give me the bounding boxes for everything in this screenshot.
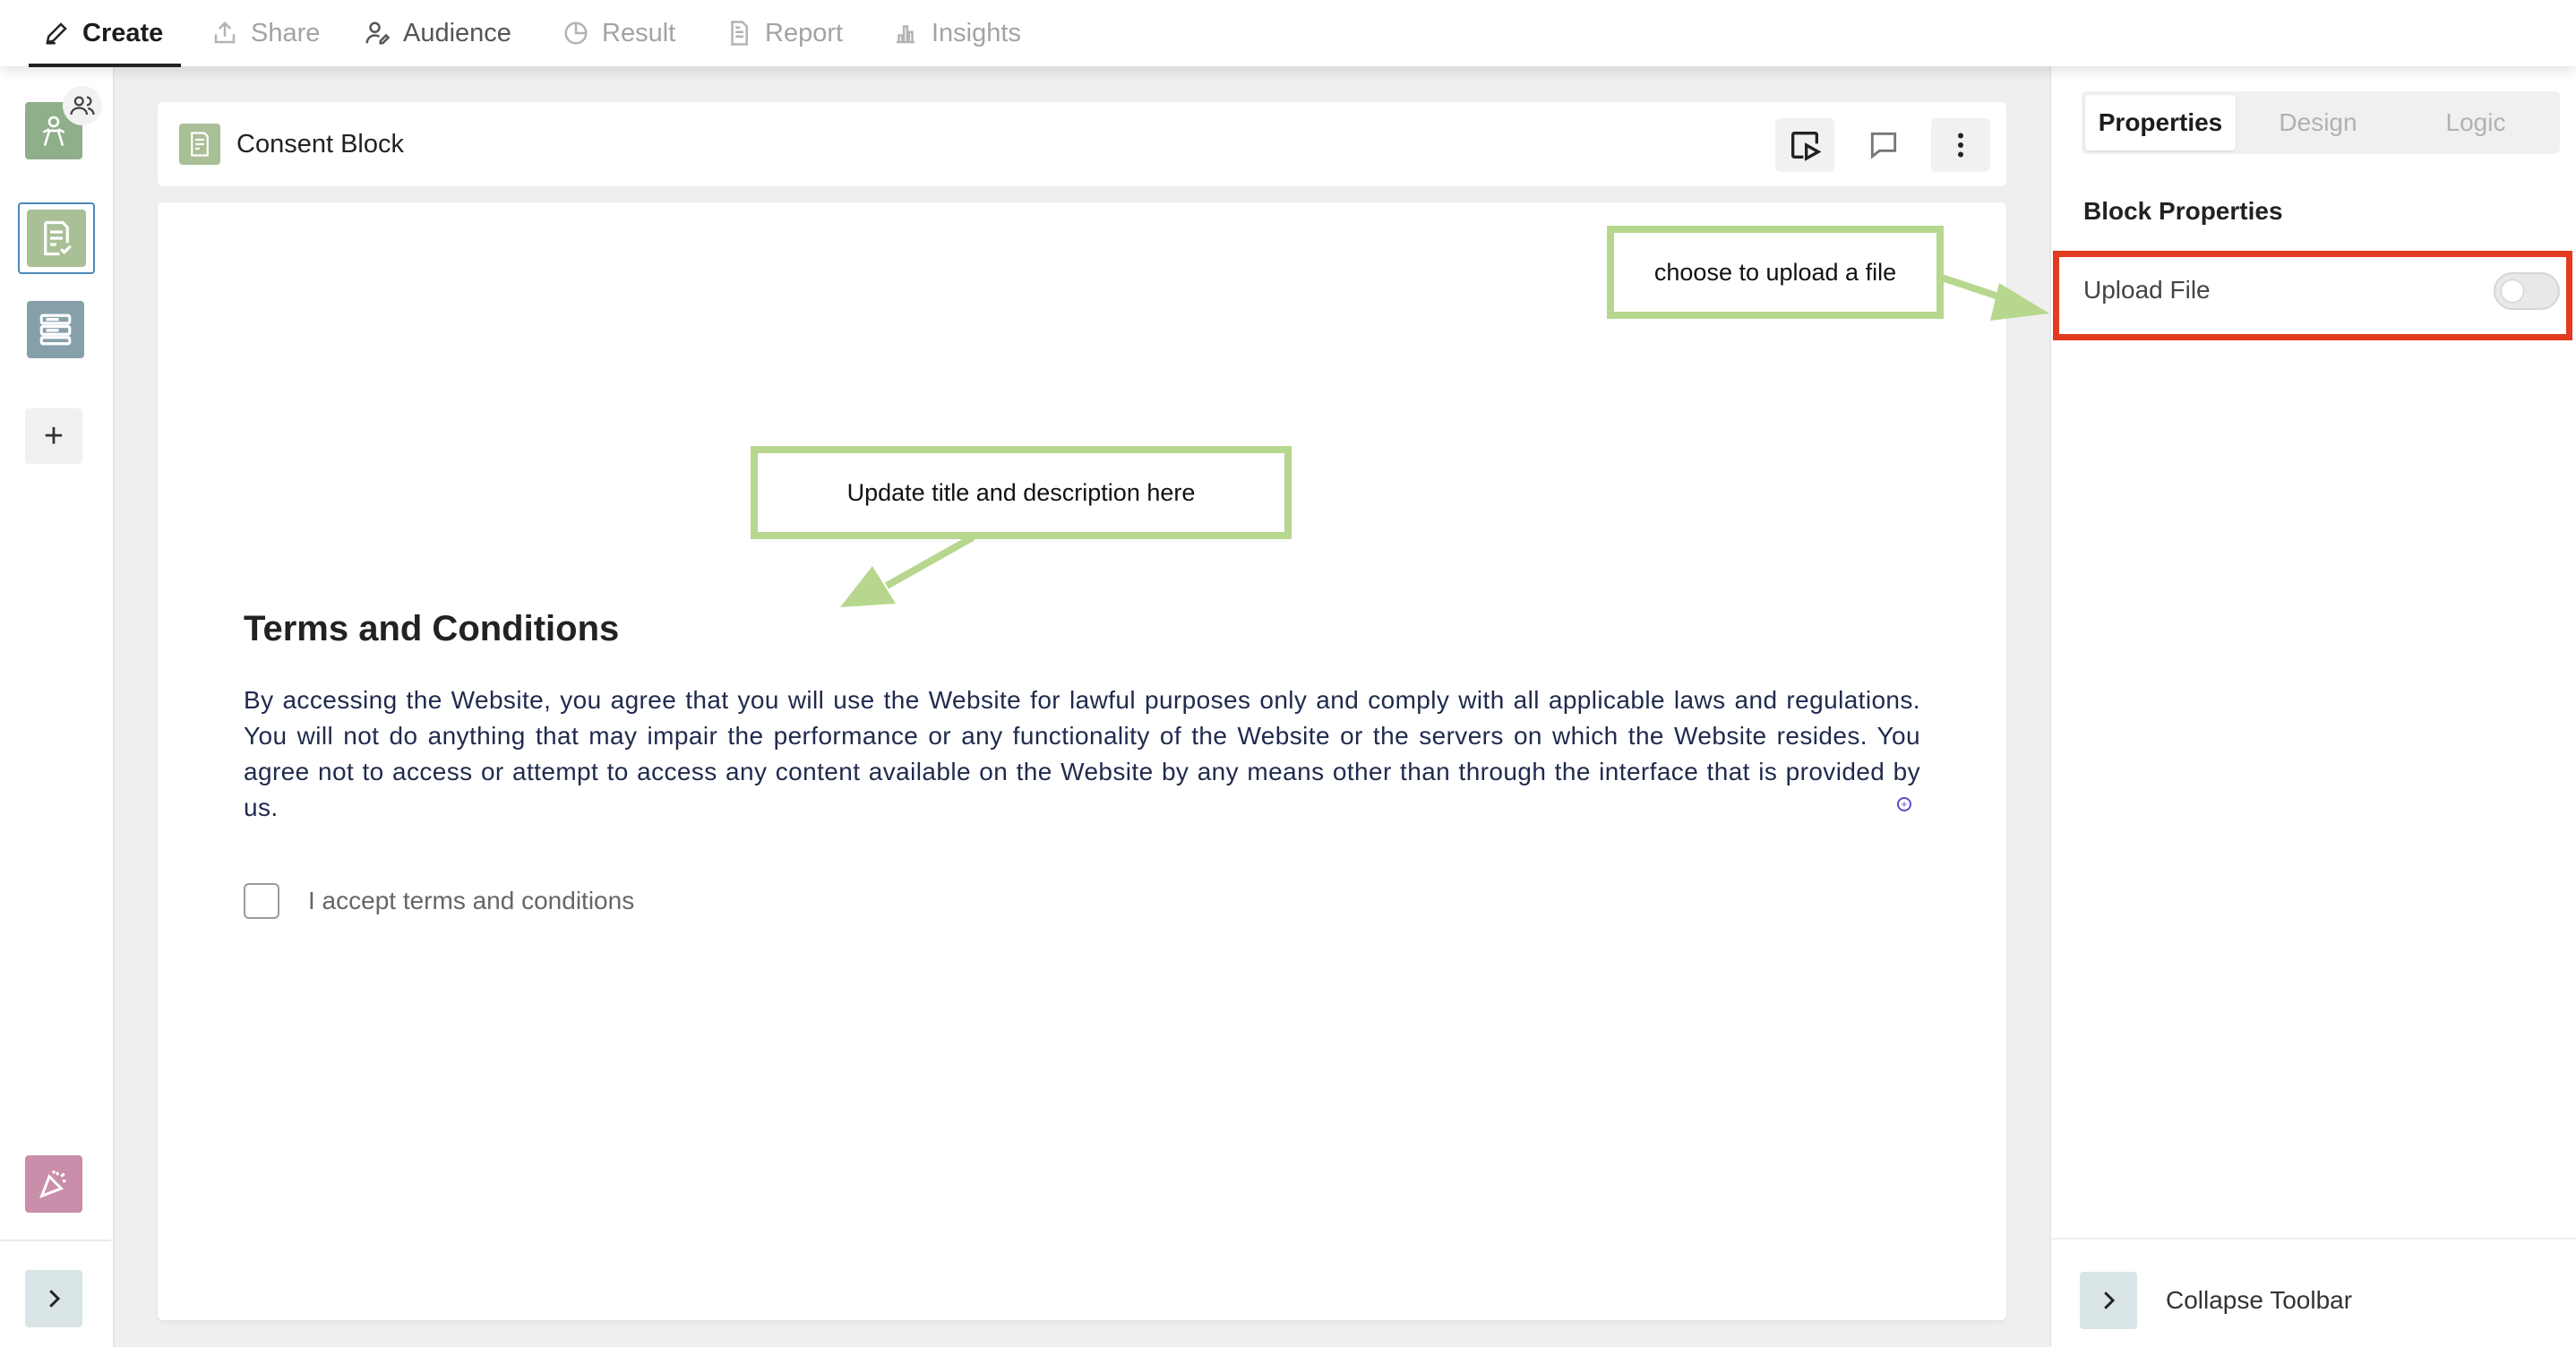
comment-button[interactable] xyxy=(1854,118,1913,172)
add-block-button[interactable]: + xyxy=(25,408,82,464)
tab-label: Report xyxy=(765,18,844,47)
pencil-icon xyxy=(46,22,67,45)
sidebar-divider xyxy=(0,1240,111,1241)
tab-create[interactable]: Create xyxy=(43,0,163,66)
add-content-icon[interactable]: + xyxy=(1897,797,1911,811)
preview-button[interactable] xyxy=(1775,118,1834,172)
tab-design[interactable]: Design xyxy=(2243,95,2393,150)
top-navigation: Create Share Audience Result Report Insi… xyxy=(0,0,2576,67)
collapse-toolbar-button[interactable] xyxy=(2080,1272,2137,1329)
block-canvas: Terms and Conditions By accessing the We… xyxy=(158,202,2006,1320)
comment-icon xyxy=(1870,132,1897,159)
form-list-icon xyxy=(39,313,72,346)
block-heading[interactable]: Terms and Conditions xyxy=(244,609,619,649)
tab-share[interactable]: Share xyxy=(211,0,320,66)
audience-icon xyxy=(365,21,391,45)
party-popper-icon xyxy=(39,1171,66,1198)
upload-file-highlight xyxy=(2053,251,2572,340)
consent-document-icon xyxy=(44,220,72,256)
more-options-button[interactable] xyxy=(1931,118,1990,172)
title-hint-callout: Update title and description here xyxy=(751,446,1292,539)
sidebar-block-end[interactable] xyxy=(25,1155,82,1213)
tab-logic[interactable]: Logic xyxy=(2400,95,2551,150)
report-icon xyxy=(731,21,748,46)
block-sidebar: + xyxy=(0,66,115,1347)
tab-label: Share xyxy=(251,18,321,47)
more-vertical-icon xyxy=(1958,133,1963,158)
users-icon xyxy=(70,96,95,116)
collapse-toolbar-label[interactable]: Collapse Toolbar xyxy=(2166,1272,2352,1329)
expand-sidebar-button[interactable] xyxy=(25,1270,82,1327)
accept-checkbox-label: I accept terms and conditions xyxy=(308,887,635,914)
consent-block-thumb xyxy=(179,124,220,165)
tab-result[interactable]: Result xyxy=(562,0,675,66)
block-description[interactable]: By accessing the Website, you agree that… xyxy=(244,682,1920,826)
block-title: Consent Block xyxy=(236,129,404,159)
panel-divider xyxy=(2051,1238,2576,1240)
chevron-right-icon xyxy=(49,1290,61,1308)
tab-report[interactable]: Report xyxy=(726,0,843,66)
preview-play-icon xyxy=(1791,132,1822,161)
audience-badge[interactable] xyxy=(63,86,102,125)
accept-checkbox[interactable] xyxy=(244,883,279,919)
active-tab-indicator xyxy=(29,64,181,67)
pie-chart-icon xyxy=(564,21,588,45)
sidebar-block-consent[interactable] xyxy=(27,210,86,267)
tab-audience[interactable]: Audience xyxy=(364,0,511,66)
tab-label: Audience xyxy=(403,18,511,47)
person-illustration-icon xyxy=(42,116,65,147)
block-header: Consent Block xyxy=(158,102,2006,186)
tab-label: Result xyxy=(602,18,676,47)
upload-hint-callout: choose to upload a file xyxy=(1607,226,1944,319)
sidebar-block-form[interactable] xyxy=(27,301,84,358)
bar-chart-icon xyxy=(897,25,914,44)
tab-label: Create xyxy=(82,18,164,47)
consent-document-icon xyxy=(191,132,209,157)
tab-label: Insights xyxy=(932,18,1021,47)
chevron-right-icon xyxy=(2104,1291,2116,1309)
tab-properties[interactable]: Properties xyxy=(2085,95,2236,150)
block-properties-title: Block Properties xyxy=(2083,197,2283,225)
plus-icon: + xyxy=(43,417,64,455)
share-icon xyxy=(214,21,236,44)
tab-insights[interactable]: Insights xyxy=(892,0,1021,66)
